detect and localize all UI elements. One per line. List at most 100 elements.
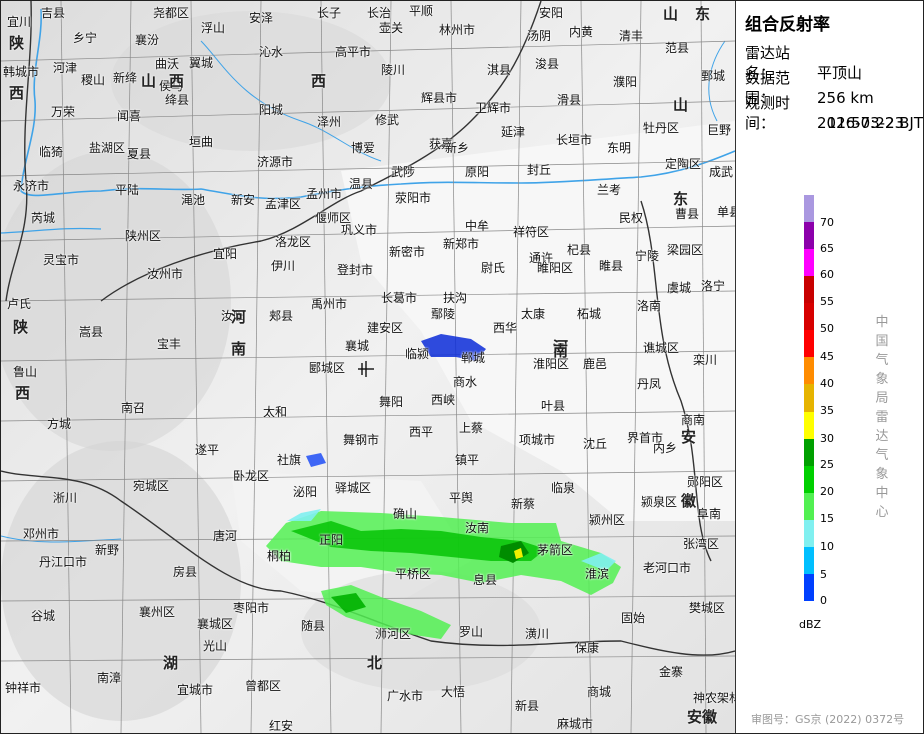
place-label: 垣曲 xyxy=(189,135,214,149)
place-label: 禹州市 xyxy=(311,297,348,311)
place-label: 伊川 xyxy=(271,259,296,273)
place-label: 范县 xyxy=(665,41,690,55)
place-label: 荥阳市 xyxy=(395,191,432,205)
place-label: 民权 xyxy=(619,211,644,225)
legend-swatch xyxy=(804,195,814,223)
place-label: 宝丰 xyxy=(157,337,182,351)
place-label: 临猗 xyxy=(39,145,64,159)
legend-tick-label: 45 xyxy=(820,350,834,363)
place-label: 宜川 xyxy=(7,15,32,29)
place-label: 韩城市 xyxy=(3,65,40,79)
place-label: 建安区 xyxy=(367,321,404,335)
place-label: 新县 xyxy=(515,699,540,713)
place-label: 阳城 xyxy=(259,103,284,117)
place-label: 西峡 xyxy=(431,393,456,407)
place-label: 临颍 xyxy=(405,347,430,361)
place-label: 茅箭区 xyxy=(537,543,574,557)
place-label: 渑池 xyxy=(181,193,206,207)
time-clock: 11:57:22 BJT xyxy=(827,114,924,132)
place-label: 曹县 xyxy=(675,207,700,221)
place-label: 大悟 xyxy=(441,685,466,699)
place-label: 新安 xyxy=(231,193,256,207)
legend-swatch xyxy=(804,411,814,439)
place-label: 项城市 xyxy=(519,433,556,447)
place-label: 长葛市 xyxy=(381,291,418,305)
place-label: 河津 xyxy=(53,61,78,75)
province-label: 湖 xyxy=(163,654,179,672)
province-label: 陕 xyxy=(9,34,25,52)
place-label: 尧都区 xyxy=(153,6,190,20)
place-label: 定陶区 xyxy=(665,157,702,171)
place-label: 陵川 xyxy=(381,63,406,77)
legend-tick-label: 60 xyxy=(820,268,834,281)
place-label: 延津 xyxy=(501,125,526,139)
place-label: 洛宁 xyxy=(701,279,726,293)
place-label: 翼城 xyxy=(189,56,214,70)
place-label: 闻喜 xyxy=(117,109,142,123)
legend-tick-label: 50 xyxy=(820,322,834,335)
place-label: 光山 xyxy=(203,639,228,653)
place-label: 内乡 xyxy=(653,441,678,455)
place-label: 阜南 xyxy=(697,507,722,521)
legend-tick-label: 10 xyxy=(820,540,834,553)
place-label: 确山 xyxy=(393,507,418,521)
place-label: 梁园区 xyxy=(667,243,704,257)
place-label: 卢氏 xyxy=(7,297,32,311)
place-label: 睢县 xyxy=(599,259,624,273)
province-label: 北 xyxy=(367,654,383,672)
place-label: 扶沟 xyxy=(443,291,468,305)
place-label: 新郑市 xyxy=(443,237,480,251)
place-label: 张湾区 xyxy=(683,537,720,551)
place-label: 上蔡 xyxy=(459,421,484,435)
place-label: 驿城区 xyxy=(335,481,372,495)
province-label: 山 xyxy=(673,96,689,114)
place-label: 东明 xyxy=(607,141,632,155)
place-label: 太康 xyxy=(521,307,546,321)
place-label: 随县 xyxy=(301,619,326,633)
legend-swatch xyxy=(804,222,814,250)
place-label: 内黄 xyxy=(569,25,594,39)
place-label: 封丘 xyxy=(527,163,552,177)
place-label: 林州市 xyxy=(439,23,476,37)
province-label: 西 xyxy=(9,84,25,102)
place-label: 唐河 xyxy=(213,529,238,543)
place-label: 太和 xyxy=(263,405,288,419)
place-label: 安泽 xyxy=(249,11,274,25)
place-label: 鲁山 xyxy=(13,365,38,379)
place-label: 襄城区 xyxy=(197,617,234,631)
place-label: 盐湖区 xyxy=(89,141,126,155)
province-label: 西 xyxy=(15,384,31,402)
place-label: 睢阳区 xyxy=(537,261,574,275)
province-label: 徽 xyxy=(681,492,697,510)
place-label: 叶县 xyxy=(541,399,566,413)
place-label: 广水市 xyxy=(387,689,424,703)
place-label: 红安 xyxy=(269,719,294,733)
place-label: 郏县 xyxy=(269,309,294,323)
place-label: 乡宁 xyxy=(73,31,98,45)
place-label: 博爱 xyxy=(351,141,376,155)
place-label: 宜阳 xyxy=(213,247,238,261)
place-label: 中牟 xyxy=(465,219,490,233)
place-label: 颍州区 xyxy=(589,513,626,527)
place-label: 谷城 xyxy=(31,609,56,623)
place-label: 栾川 xyxy=(693,353,718,367)
place-label: 颍泉区 xyxy=(641,495,678,509)
legend-tick-label: 20 xyxy=(820,485,834,498)
place-label: 武陟 xyxy=(391,165,416,179)
place-label: 南漳 xyxy=(97,671,122,685)
legend-swatch xyxy=(804,438,814,466)
legend-tick-label: 0 xyxy=(820,594,827,607)
radar-product-frame: 宜川 吉县 尧都区 浮山 安泽 长子 长治 壶关 平顺 林州市 安阳 内黄 清丰 乡宁 襄汾 翼城 沁水 高平市陵… xyxy=(0,0,924,734)
info-panel: 组合反射率 雷达站名： 平顶山 数据范围： 256 km 观测时间： 2026-03-… xyxy=(736,1,923,733)
place-label: 临泉 xyxy=(551,481,576,495)
place-label: 壶关 xyxy=(379,21,404,35)
place-label: 丹凤 xyxy=(637,377,662,391)
place-label: 泌阳 xyxy=(293,485,318,499)
province-label: 河 xyxy=(231,308,247,326)
place-label: 长治 xyxy=(367,6,392,20)
legend-swatch xyxy=(804,357,814,385)
place-label: 卧龙区 xyxy=(233,469,270,483)
agency-name: 中国气象局雷达气象中心 xyxy=(875,315,889,520)
province-label: 山 xyxy=(663,5,679,23)
place-label: 遂平 xyxy=(195,443,220,457)
